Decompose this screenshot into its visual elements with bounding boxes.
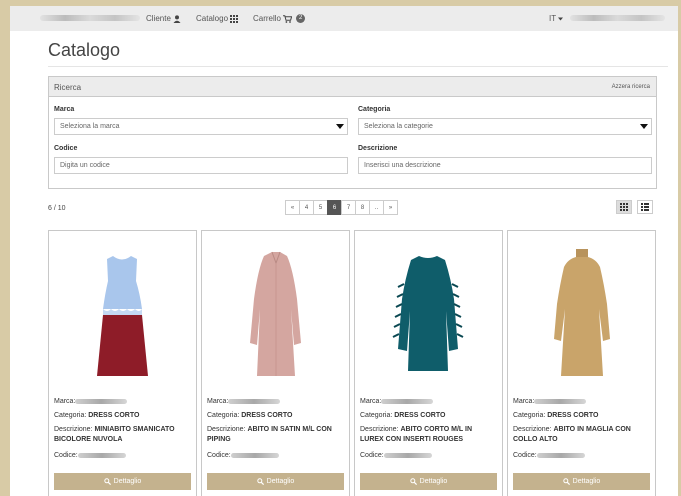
descrizione-input[interactable]: Inserisci una descrizione [358, 157, 652, 174]
page-title: Catalogo [48, 40, 121, 60]
pagination-page[interactable]: 7 [341, 200, 356, 215]
detail-button-label: Dettaglio [572, 478, 601, 485]
grid-icon [230, 14, 239, 23]
search-icon [103, 478, 111, 485]
codice-input[interactable]: Digita un codice [54, 157, 348, 174]
product-marca: Marca: [54, 397, 191, 407]
product-categoria: Categoria: DRESS CORTO [513, 412, 599, 419]
codice-label: Codice [54, 145, 78, 152]
product-categoria: Categoria: DRESS CORTO [54, 412, 140, 419]
product-codice: Codice: [54, 451, 191, 461]
product-image[interactable] [355, 239, 502, 389]
search-panel-title: Ricerca [54, 83, 82, 92]
caret-down-icon [558, 17, 564, 20]
language-label: IT [549, 14, 557, 23]
product-descrizione: Descrizione: ABITO IN SATIN M/L CON PIPI… [207, 426, 332, 443]
marca-select[interactable]: Seleziona la marca [54, 118, 348, 135]
reset-search-link[interactable]: Azzera ricerca [612, 84, 650, 90]
search-icon [256, 478, 264, 485]
product-marca: Marca: [513, 397, 650, 407]
list-view-button[interactable] [637, 200, 653, 214]
detail-button-label: Dettaglio [419, 478, 448, 485]
chevron-down-icon [336, 124, 344, 129]
categoria-select[interactable]: Seleziona la categorie [358, 118, 652, 135]
cart-count-badge: 2 [296, 14, 306, 23]
descrizione-label: Descrizione [358, 145, 398, 152]
product-descrizione: Descrizione: MINIABITO SMANICATO BICOLOR… [54, 426, 175, 443]
product-codice: Codice: [207, 451, 344, 461]
pagination-prev[interactable]: « [285, 200, 300, 215]
product-card[interactable]: Marca: Categoria: DRESS CORTO Descrizion… [48, 230, 197, 496]
product-descrizione: Descrizione: ABITO IN MAGLIA CON COLLO A… [513, 426, 631, 443]
categoria-label: Categoria [358, 106, 391, 113]
list-view-icon [641, 203, 649, 211]
detail-button[interactable]: Dettaglio [207, 473, 344, 490]
pagination-page-active[interactable]: 6 [327, 200, 342, 215]
pagination-next[interactable]: » [383, 200, 398, 215]
language-selector[interactable]: IT [549, 14, 564, 23]
grid-view-button[interactable] [616, 200, 632, 214]
marca-select-value: Seleziona la marca [60, 123, 120, 130]
detail-button-label: Dettaglio [113, 478, 142, 485]
product-image[interactable] [508, 239, 655, 389]
search-icon [409, 478, 417, 485]
search-panel: Ricerca Azzera ricerca Marca Seleziona l… [48, 76, 657, 189]
codice-placeholder: Digita un codice [60, 162, 110, 169]
search-panel-header: Ricerca Azzera ricerca [49, 77, 656, 97]
product-categoria: Categoria: DRESS CORTO [207, 412, 293, 419]
chevron-down-icon [640, 124, 648, 129]
nav-carrello[interactable]: Carrello 2 [253, 14, 306, 23]
page: Cliente Catalogo Carrello 2 IT Catalogo … [10, 6, 678, 496]
product-marca: Marca: [360, 397, 497, 407]
nav-cliente-label: Cliente [146, 14, 171, 23]
pagination-page[interactable]: 4 [299, 200, 314, 215]
search-icon [562, 478, 570, 485]
top-navbar: Cliente Catalogo Carrello 2 IT [10, 6, 678, 31]
pagination-ellipsis[interactable]: .. [369, 200, 384, 215]
descrizione-placeholder: Inserisci una descrizione [364, 162, 441, 169]
product-categoria: Categoria: DRESS CORTO [360, 412, 446, 419]
nav-carrello-label: Carrello [253, 14, 282, 23]
user-account-name[interactable] [570, 15, 665, 21]
product-image[interactable] [202, 239, 349, 389]
user-icon [173, 14, 181, 23]
results-count: 6 / 10 [48, 205, 66, 212]
pagination-page[interactable]: 5 [313, 200, 328, 215]
marca-label: Marca [54, 106, 75, 113]
detail-button[interactable]: Dettaglio [513, 473, 650, 490]
nav-catalogo-label: Catalogo [196, 14, 229, 23]
product-codice: Codice: [513, 451, 650, 461]
nav-catalogo[interactable]: Catalogo [196, 14, 239, 23]
grid-view-icon [620, 203, 628, 211]
product-codice: Codice: [360, 451, 497, 461]
detail-button[interactable]: Dettaglio [54, 473, 191, 490]
cart-icon [283, 14, 293, 23]
pagination: « 4 5 6 7 8 .. » [285, 200, 398, 215]
nav-cliente[interactable]: Cliente [146, 14, 181, 23]
pagination-page[interactable]: 8 [355, 200, 370, 215]
brand-logo[interactable] [40, 15, 140, 21]
product-image[interactable] [49, 239, 196, 389]
detail-button[interactable]: Dettaglio [360, 473, 497, 490]
product-card[interactable]: Marca: Categoria: DRESS CORTO Descrizion… [354, 230, 503, 496]
product-card[interactable]: Marca: Categoria: DRESS CORTO Descrizion… [507, 230, 656, 496]
title-divider [48, 66, 668, 67]
product-marca: Marca: [207, 397, 344, 407]
detail-button-label: Dettaglio [266, 478, 295, 485]
categoria-select-value: Seleziona la categorie [364, 123, 433, 130]
product-card[interactable]: Marca: Categoria: DRESS CORTO Descrizion… [201, 230, 350, 496]
product-descrizione: Descrizione: ABITO CORTO M/L IN LUREX CO… [360, 426, 473, 443]
